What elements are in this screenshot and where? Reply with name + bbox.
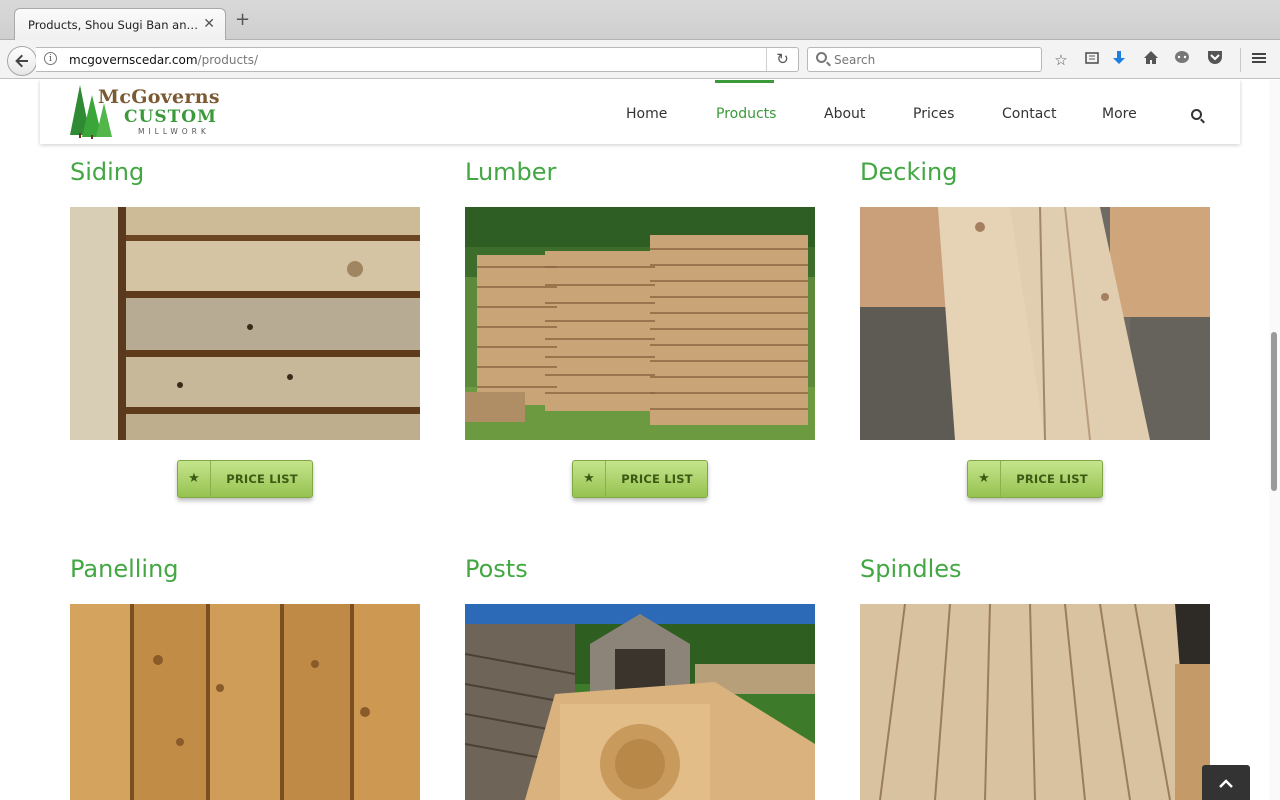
reload-icon[interactable]: ↻ <box>766 48 798 71</box>
nav-prices[interactable]: Prices <box>913 106 954 122</box>
product-title-spindles[interactable]: Spindles <box>860 555 962 583</box>
home-icon[interactable] <box>1141 50 1161 70</box>
decking-price-list-button[interactable]: ★ PRICE LIST <box>967 460 1103 498</box>
menu-icon[interactable] <box>1249 50 1269 70</box>
nav-home[interactable]: Home <box>626 106 667 122</box>
logo-line-2: CUSTOM <box>124 107 217 127</box>
tab-title: Products, Shou Sugi Ban and ... <box>28 18 198 32</box>
star-icon: ★ <box>178 461 211 497</box>
product-title-panelling[interactable]: Panelling <box>70 555 179 583</box>
tab-close-icon[interactable]: ✕ <box>203 16 215 32</box>
scroll-to-top-button[interactable] <box>1202 765 1250 800</box>
star-icon: ★ <box>968 461 1001 497</box>
url-text: mcgovernscedar.com/products/ <box>69 53 258 67</box>
back-button[interactable] <box>7 46 37 76</box>
chevron-up-icon <box>1219 779 1233 788</box>
product-title-siding[interactable]: Siding <box>70 158 144 186</box>
pocket-icon[interactable] <box>1205 50 1225 70</box>
logo-line-1: McGoverns <box>98 86 220 108</box>
toolbar-separator <box>1240 48 1241 72</box>
product-title-posts[interactable]: Posts <box>465 555 528 583</box>
browser-navbar: i mcgovernscedar.com/products/ ↻ ☆ <box>0 40 1280 79</box>
url-bar[interactable]: i mcgovernscedar.com/products/ ↻ <box>36 47 799 72</box>
price-list-label: PRICE LIST <box>226 472 298 486</box>
siding-image[interactable] <box>70 207 420 440</box>
search-icon <box>816 52 827 63</box>
price-list-label: PRICE LIST <box>1016 472 1088 486</box>
lumber-image[interactable] <box>465 207 815 440</box>
panelling-image[interactable] <box>70 604 420 800</box>
download-icon[interactable] <box>1109 50 1129 70</box>
scrollbar-thumb[interactable] <box>1271 332 1277 491</box>
product-title-lumber[interactable]: Lumber <box>465 158 556 186</box>
price-list-label: PRICE LIST <box>621 472 693 486</box>
site-logo[interactable]: McGoverns CUSTOM MILLWORK <box>68 83 248 139</box>
product-title-decking[interactable]: Decking <box>860 158 957 186</box>
browser-search-input[interactable] <box>834 51 1034 69</box>
reading-list-icon[interactable] <box>1082 50 1102 70</box>
browser-search-bar[interactable] <box>807 47 1042 72</box>
nav-active-indicator <box>715 80 774 83</box>
bookmark-star-icon[interactable]: ☆ <box>1051 50 1071 70</box>
posts-image[interactable] <box>465 604 815 800</box>
chat-icon[interactable] <box>1172 50 1192 70</box>
nav-products[interactable]: Products <box>716 106 776 122</box>
url-domain: mcgovernscedar.com <box>69 53 198 67</box>
star-icon: ★ <box>573 461 606 497</box>
site-header: McGoverns CUSTOM MILLWORK Home Products … <box>40 80 1240 144</box>
site-search-icon[interactable] <box>1191 109 1202 120</box>
browser-tab-strip: Products, Shou Sugi Ban and ... ✕ + <box>0 0 1280 40</box>
decking-image[interactable] <box>860 207 1210 440</box>
url-path: /products/ <box>197 53 259 67</box>
browser-tab[interactable]: Products, Shou Sugi Ban and ... ✕ <box>14 8 226 40</box>
new-tab-button[interactable]: + <box>235 11 250 29</box>
nav-more[interactable]: More <box>1102 106 1137 122</box>
back-arrow-icon <box>15 54 28 68</box>
site-info-icon[interactable]: i <box>44 52 57 65</box>
logo-line-3: MILLWORK <box>138 127 210 136</box>
nav-contact[interactable]: Contact <box>1002 106 1056 122</box>
nav-about[interactable]: About <box>824 106 865 122</box>
web-page: McGoverns CUSTOM MILLWORK Home Products … <box>0 80 1280 800</box>
spindles-image[interactable] <box>860 604 1210 800</box>
siding-price-list-button[interactable]: ★ PRICE LIST <box>177 460 313 498</box>
lumber-price-list-button[interactable]: ★ PRICE LIST <box>572 460 708 498</box>
